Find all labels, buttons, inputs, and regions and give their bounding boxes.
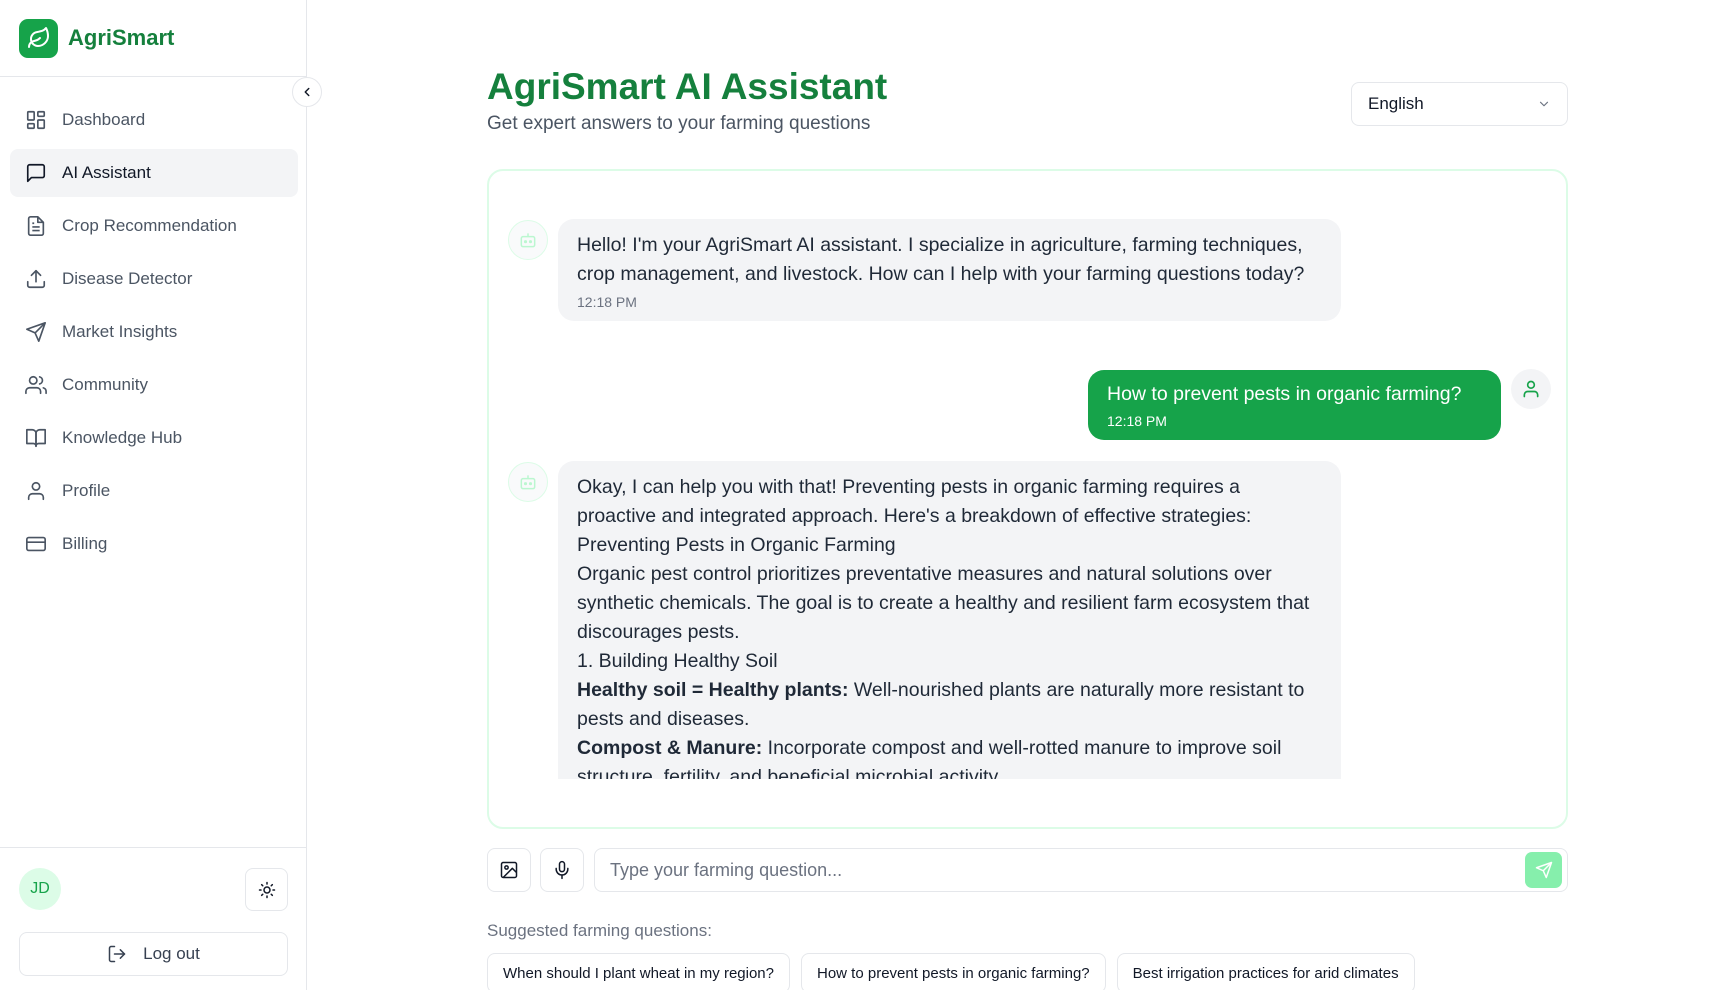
sidebar-item-market-insights[interactable]: Market Insights [10, 308, 298, 356]
sidebar-footer: JD Log out [0, 847, 306, 990]
send-button[interactable] [1525, 852, 1562, 888]
chat-input-row [487, 848, 1568, 892]
logout-button[interactable]: Log out [19, 932, 288, 976]
bot-icon [518, 230, 538, 250]
message-paragraph: Organic pest control prioritizes prevent… [577, 563, 1310, 643]
language-select[interactable]: English [1351, 82, 1568, 126]
sidebar-item-crop-recommendation[interactable]: Crop Recommendation [10, 202, 298, 250]
bot-avatar [508, 462, 548, 502]
brand[interactable]: AgriSmart [0, 0, 306, 77]
chevron-down-icon [1537, 97, 1551, 111]
sidebar-item-profile[interactable]: Profile [10, 467, 298, 515]
point-bold: Compost & Manure: [577, 737, 763, 759]
message-time: 12:18 PM [1107, 413, 1167, 429]
message-heading: Preventing Pests in Organic Farming [577, 534, 896, 556]
bot-icon [518, 472, 538, 492]
sidebar-item-knowledge-hub[interactable]: Knowledge Hub [10, 414, 298, 462]
voice-input-button[interactable] [540, 848, 584, 892]
sidebar-item-label: Crop Recommendation [62, 216, 237, 235]
book-icon [24, 426, 48, 450]
suggestions-label: Suggested farming questions: [487, 921, 712, 940]
message-point: Healthy soil = Healthy plants: Well-nour… [577, 676, 1322, 734]
chat-icon [24, 161, 48, 185]
upload-image-button[interactable] [487, 848, 531, 892]
suggestion-chip[interactable]: How to prevent pests in organic farming? [801, 953, 1106, 990]
chat-messages[interactable]: Hello! I'm your AgriSmart AI assistant. … [487, 169, 1568, 829]
message-text: How to prevent pests in organic farming? [1107, 383, 1462, 405]
suggestion-chip[interactable]: Best irrigation practices for arid clima… [1116, 953, 1415, 990]
image-icon [499, 860, 519, 880]
leaf-icon [19, 18, 58, 58]
user-icon [24, 479, 48, 503]
sidebar-item-label: Disease Detector [62, 269, 193, 288]
sidebar-item-label: Dashboard [62, 110, 146, 129]
sidebar-nav: Dashboard AI Assistant Crop Recommendati… [10, 96, 298, 573]
message-intro: Okay, I can help you with that! Preventi… [577, 476, 1252, 527]
assistant-message: Hello! I'm your AgriSmart AI assistant. … [558, 219, 1341, 321]
microphone-icon [552, 860, 572, 880]
message-time: 12:18 PM [577, 294, 637, 310]
sidebar-item-disease-detector[interactable]: Disease Detector [10, 255, 298, 303]
sidebar-item-label: Market Insights [62, 322, 178, 341]
sidebar-item-billing[interactable]: Billing [10, 520, 298, 568]
sidebar-item-community[interactable]: Community [10, 361, 298, 409]
collapse-sidebar-button[interactable] [292, 77, 322, 107]
users-icon [24, 373, 48, 397]
user-avatar [1511, 369, 1551, 409]
credit-card-icon [24, 532, 48, 556]
assistant-message: Okay, I can help you with that! Preventi… [558, 461, 1341, 779]
document-icon [24, 214, 48, 238]
send-icon [24, 320, 48, 344]
logout-label: Log out [143, 944, 200, 963]
page-title: AgriSmart AI Assistant [487, 66, 888, 107]
upload-icon [24, 267, 48, 291]
sidebar-item-label: Profile [62, 481, 111, 500]
suggestion-chips: When should I plant wheat in my region? … [487, 953, 1415, 990]
sidebar-item-dashboard[interactable]: Dashboard [10, 96, 298, 144]
point-bold: Healthy soil = Healthy plants: [577, 679, 849, 701]
sidebar-item-label: Billing [62, 534, 108, 553]
page-subtitle: Get expert answers to your farming quest… [487, 113, 871, 134]
dashboard-icon [24, 108, 48, 132]
theme-toggle-button[interactable] [245, 868, 288, 911]
message-point: Compost & Manure: Incorporate compost an… [577, 734, 1322, 779]
sidebar-item-label: Knowledge Hub [62, 428, 183, 447]
suggestion-chip[interactable]: When should I plant wheat in my region? [487, 953, 790, 990]
bot-avatar [508, 220, 548, 260]
brand-name: AgriSmart [68, 25, 175, 50]
chevron-left-icon [300, 85, 314, 99]
language-value: English [1368, 94, 1424, 113]
sidebar-item-label: AI Assistant [62, 163, 151, 182]
avatar[interactable]: JD [19, 868, 61, 910]
send-icon [1535, 861, 1553, 879]
message-text: Hello! I'm your AgriSmart AI assistant. … [577, 234, 1305, 285]
user-message: How to prevent pests in organic farming?… [1088, 370, 1501, 440]
chat-input[interactable] [594, 848, 1568, 892]
sidebar-item-label: Community [62, 375, 148, 394]
message-section: 1. Building Healthy Soil [577, 650, 778, 672]
sidebar-item-ai-assistant[interactable]: AI Assistant [10, 149, 298, 197]
sun-icon [258, 881, 276, 899]
sidebar: AgriSmart Dashboard AI Assistant Crop Re… [0, 0, 307, 990]
user-icon [1521, 379, 1541, 399]
logout-icon [107, 944, 127, 964]
